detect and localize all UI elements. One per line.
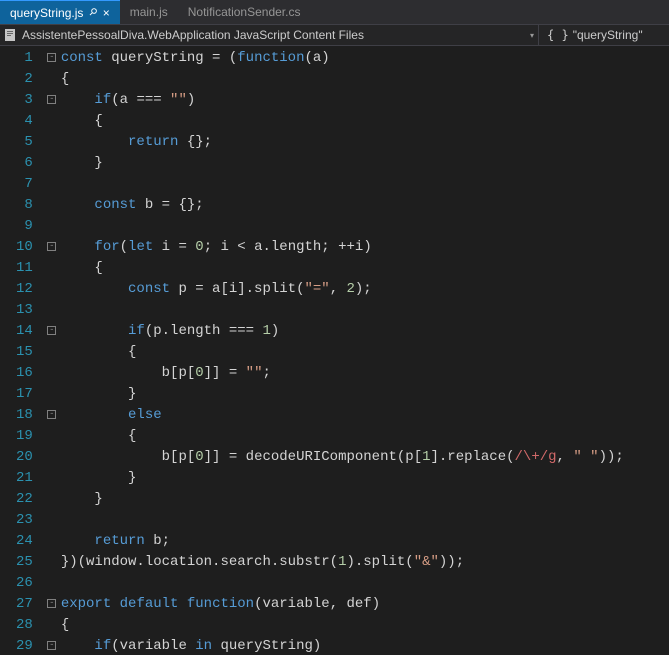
line-number: 18 bbox=[16, 405, 33, 426]
code-line[interactable]: return {}; bbox=[61, 132, 669, 153]
fold-toggle-icon[interactable]: - bbox=[47, 326, 56, 335]
tab-label: queryString.js bbox=[10, 6, 83, 20]
member-name: "queryString" bbox=[573, 28, 643, 42]
line-number: 21 bbox=[16, 468, 33, 489]
fold-toggle-icon[interactable]: - bbox=[47, 641, 56, 650]
code-editor[interactable]: 1234567891011121314151617181920212223242… bbox=[0, 46, 669, 655]
code-line[interactable] bbox=[61, 573, 669, 594]
code-line[interactable]: export default function(variable, def) bbox=[61, 594, 669, 615]
code-line[interactable]: { bbox=[61, 69, 669, 90]
line-number: 24 bbox=[16, 531, 33, 552]
line-number: 1 bbox=[16, 48, 33, 69]
line-number: 11 bbox=[16, 258, 33, 279]
code-line[interactable] bbox=[61, 510, 669, 531]
fold-toggle-icon[interactable]: - bbox=[47, 410, 56, 419]
code-line[interactable]: const b = {}; bbox=[61, 195, 669, 216]
line-number: 17 bbox=[16, 384, 33, 405]
fold-toggle-icon[interactable]: - bbox=[47, 242, 56, 251]
line-number: 6 bbox=[16, 153, 33, 174]
line-number-gutter: 1234567891011121314151617181920212223242… bbox=[0, 46, 45, 655]
line-number: 4 bbox=[16, 111, 33, 132]
code-line[interactable]: if(variable in queryString) bbox=[61, 636, 669, 655]
line-number: 5 bbox=[16, 132, 33, 153]
line-number: 16 bbox=[16, 363, 33, 384]
fold-toggle-icon[interactable]: - bbox=[47, 95, 56, 104]
tab-label: main.js bbox=[130, 5, 168, 19]
line-number: 10 bbox=[16, 237, 33, 258]
code-line[interactable]: else bbox=[61, 405, 669, 426]
navigation-bar: AssistentePessoalDiva.WebApplication Jav… bbox=[0, 24, 669, 46]
line-number: 13 bbox=[16, 300, 33, 321]
line-number: 12 bbox=[16, 279, 33, 300]
code-line[interactable]: if(a === "") bbox=[61, 90, 669, 111]
code-line[interactable]: return b; bbox=[61, 531, 669, 552]
tab-main[interactable]: main.js bbox=[120, 0, 178, 24]
member-dropdown[interactable]: { } "queryString" bbox=[539, 25, 669, 45]
code-line[interactable]: const p = a[i].split("=", 2); bbox=[61, 279, 669, 300]
code-line[interactable]: } bbox=[61, 384, 669, 405]
line-number: 19 bbox=[16, 426, 33, 447]
fold-toggle-icon[interactable]: - bbox=[47, 599, 56, 608]
code-line[interactable]: for(let i = 0; i < a.length; ++i) bbox=[61, 237, 669, 258]
code-area[interactable]: const queryString = (function(a){ if(a =… bbox=[59, 46, 669, 655]
script-file-icon bbox=[4, 28, 18, 42]
line-number: 26 bbox=[16, 573, 33, 594]
code-line[interactable]: { bbox=[61, 258, 669, 279]
code-line[interactable]: } bbox=[61, 468, 669, 489]
code-line[interactable]: b[p[0]] = decodeURIComponent(p[1].replac… bbox=[61, 447, 669, 468]
code-line[interactable]: { bbox=[61, 615, 669, 636]
line-number: 22 bbox=[16, 489, 33, 510]
line-number: 28 bbox=[16, 615, 33, 636]
fold-toggle-icon[interactable]: - bbox=[47, 53, 56, 62]
fold-column: - - - - - - - bbox=[45, 46, 59, 655]
line-number: 25 bbox=[16, 552, 33, 573]
tab-bar: queryString.js ⚲ × main.js NotificationS… bbox=[0, 0, 669, 24]
line-number: 3 bbox=[16, 90, 33, 111]
code-line[interactable]: } bbox=[61, 489, 669, 510]
line-number: 2 bbox=[16, 69, 33, 90]
code-line[interactable]: } bbox=[61, 153, 669, 174]
line-number: 29 bbox=[16, 636, 33, 655]
code-line[interactable]: const queryString = (function(a) bbox=[61, 48, 669, 69]
tab-querystring[interactable]: queryString.js ⚲ × bbox=[0, 0, 120, 24]
code-line[interactable]: { bbox=[61, 426, 669, 447]
project-name: AssistentePessoalDiva.WebApplication Jav… bbox=[22, 28, 364, 42]
tab-label: NotificationSender.cs bbox=[188, 5, 301, 19]
code-line[interactable] bbox=[61, 174, 669, 195]
line-number: 9 bbox=[16, 216, 33, 237]
line-number: 15 bbox=[16, 342, 33, 363]
close-icon[interactable]: × bbox=[103, 6, 110, 20]
line-number: 8 bbox=[16, 195, 33, 216]
project-dropdown[interactable]: AssistentePessoalDiva.WebApplication Jav… bbox=[0, 25, 539, 45]
line-number: 7 bbox=[16, 174, 33, 195]
code-line[interactable]: b[p[0]] = ""; bbox=[61, 363, 669, 384]
code-line[interactable]: { bbox=[61, 342, 669, 363]
line-number: 20 bbox=[16, 447, 33, 468]
chevron-down-icon: ▾ bbox=[530, 31, 534, 40]
code-line[interactable]: })(window.location.search.substr(1).spli… bbox=[61, 552, 669, 573]
line-number: 23 bbox=[16, 510, 33, 531]
braces-icon: { } bbox=[547, 28, 569, 42]
code-line[interactable]: { bbox=[61, 111, 669, 132]
pin-icon[interactable]: ⚲ bbox=[87, 6, 100, 19]
code-line[interactable] bbox=[61, 216, 669, 237]
code-line[interactable]: if(p.length === 1) bbox=[61, 321, 669, 342]
code-line[interactable] bbox=[61, 300, 669, 321]
line-number: 27 bbox=[16, 594, 33, 615]
line-number: 14 bbox=[16, 321, 33, 342]
tab-notificationsender[interactable]: NotificationSender.cs bbox=[178, 0, 311, 24]
